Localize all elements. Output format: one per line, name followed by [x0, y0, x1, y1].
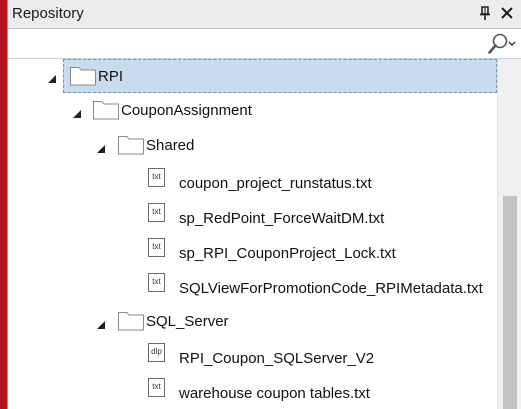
- search-button[interactable]: [483, 32, 517, 56]
- tree-node-label: CouponAssignment: [121, 102, 252, 119]
- tree-node-label: coupon_project_runstatus.txt: [179, 175, 372, 192]
- txt-file-icon: txt: [148, 168, 165, 187]
- search-bar: [8, 29, 521, 59]
- tree-node-file[interactable]: txt warehouse coupon tables.txt: [146, 377, 497, 409]
- tree-node-label: SQLViewForPromotionCode_RPIMetadata.txt: [179, 280, 483, 297]
- dlp-file-icon: dlp: [148, 343, 165, 362]
- tree-node-file[interactable]: txt sp_RedPoint_ForceWaitDM.txt: [146, 202, 497, 236]
- txt-file-icon: txt: [148, 238, 165, 257]
- tree-node-label: Shared: [146, 137, 195, 154]
- collapse-arrow-icon[interactable]: [72, 106, 82, 118]
- tree-node-label: RPI: [98, 68, 124, 85]
- tree-node-label: sp_RPI_CouponProject_Lock.txt: [179, 245, 396, 262]
- txt-file-icon: txt: [148, 378, 165, 397]
- panel-titlebar: Repository: [8, 0, 521, 29]
- pin-icon[interactable]: [477, 4, 493, 22]
- search-icon: [488, 33, 508, 54]
- tree-node-shared[interactable]: Shared: [92, 129, 497, 163]
- panel-title: Repository: [12, 5, 84, 22]
- search-input[interactable]: [12, 33, 486, 57]
- folder-icon: [92, 98, 120, 120]
- txt-file-icon: txt: [148, 273, 165, 292]
- folder-icon: [69, 64, 97, 86]
- collapse-arrow-icon[interactable]: [47, 71, 57, 83]
- tree-node-rpi[interactable]: RPI: [63, 59, 497, 93]
- chevron-down-icon: [508, 41, 516, 46]
- left-edge-strip: [0, 0, 7, 409]
- tree-node-couponassignment[interactable]: CouponAssignment: [68, 94, 497, 128]
- folder-icon: [117, 309, 145, 331]
- tree-node-label: sp_RedPoint_ForceWaitDM.txt: [179, 210, 385, 227]
- repository-tree: RPI CouponAssignment Shared txt coupon_p…: [8, 59, 497, 409]
- collapse-arrow-icon[interactable]: [96, 317, 106, 329]
- tree-node-label: RPI_Coupon_SQLServer_V2: [179, 350, 375, 367]
- tree-node-file[interactable]: dlp RPI_Coupon_SQLServer_V2: [146, 342, 497, 376]
- tree-node-file[interactable]: txt coupon_project_runstatus.txt: [146, 167, 497, 201]
- tree-node-file[interactable]: txt SQLViewForPromotionCode_RPIMetadata.…: [146, 272, 497, 306]
- tree-node-sql-server[interactable]: SQL_Server: [92, 305, 497, 339]
- tree-node-label: warehouse coupon tables.txt: [179, 385, 370, 402]
- repository-panel: Repository RPI CouponAssignment Shared t…: [7, 0, 521, 409]
- txt-file-icon: txt: [148, 203, 165, 222]
- tree-node-file[interactable]: txt sp_RPI_CouponProject_Lock.txt: [146, 237, 497, 271]
- scrollbar-thumb[interactable]: [503, 196, 517, 409]
- tree-node-label: SQL_Server: [146, 313, 229, 330]
- folder-icon: [117, 133, 145, 155]
- collapse-arrow-icon[interactable]: [96, 141, 106, 153]
- close-icon[interactable]: [499, 5, 515, 21]
- vertical-scrollbar[interactable]: [497, 59, 521, 409]
